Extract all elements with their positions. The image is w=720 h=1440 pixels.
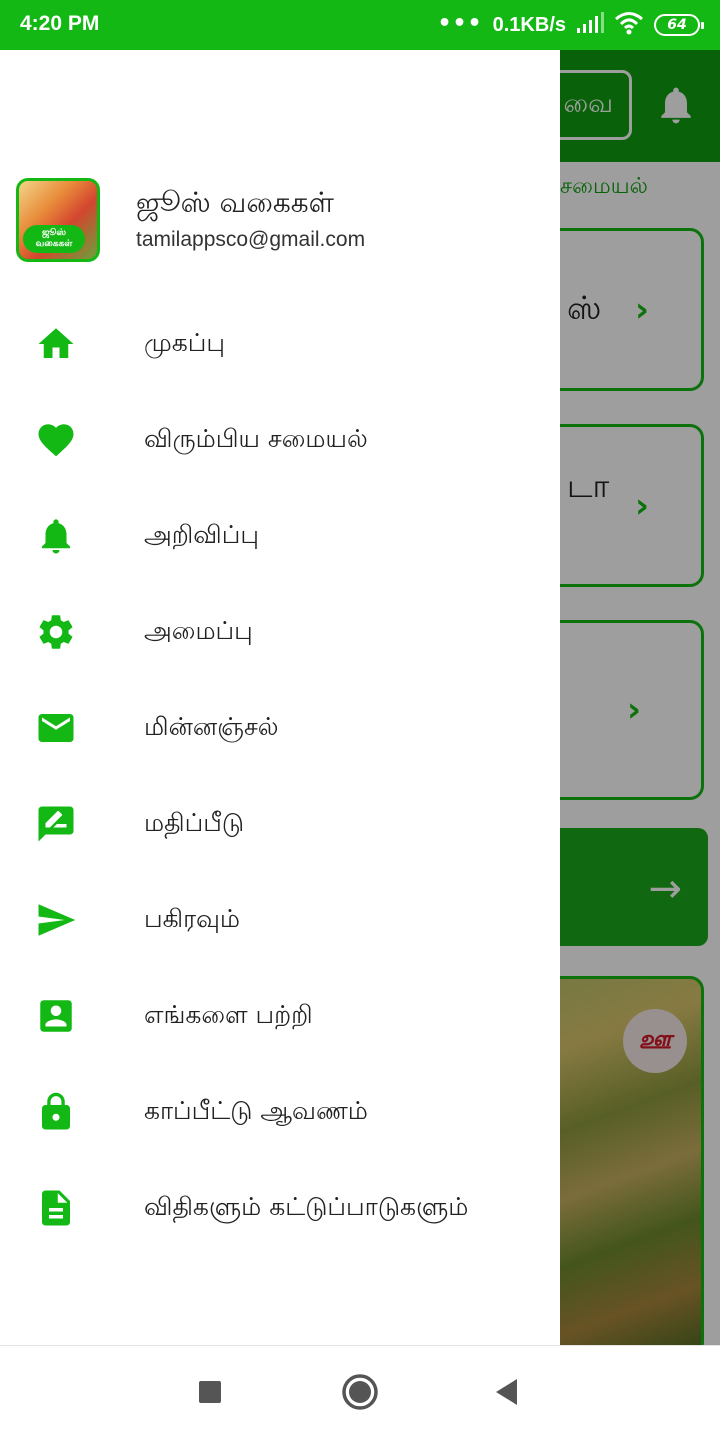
triangle-left-icon (493, 1377, 519, 1411)
menu-item-home[interactable]: முகப்பு (0, 296, 560, 392)
notification-dots: ••• (437, 10, 483, 36)
menu-item-label: அறிவிப்பு (144, 519, 259, 549)
menu-item-email[interactable]: மின்னஞ்சல் (0, 680, 560, 776)
menu-item-terms[interactable]: விதிகளும் கட்டுப்பாடுகளும் (0, 1160, 560, 1256)
recents-button[interactable] (190, 1374, 230, 1414)
menu-item-label: பகிரவும் (144, 903, 241, 933)
menu-item-notifications[interactable]: அறிவிப்பு (0, 488, 560, 584)
document-icon (34, 1186, 78, 1230)
navigation-drawer: ஜூஸ் வகைகள் ஜூஸ் வகைகள் tamilappsco@gmai… (0, 50, 560, 1345)
menu-item-label: விரும்பிய சமையல் (144, 423, 368, 453)
app-email: tamilappsco@gmail.com (136, 228, 366, 251)
battery-level: 64 (667, 17, 687, 33)
lock-icon (34, 1090, 78, 1134)
menu-item-about[interactable]: எங்களை பற்றி (0, 968, 560, 1064)
signal-icon (576, 12, 604, 38)
menu-item-label: காப்பீட்டு ஆவணம் (144, 1095, 368, 1125)
mail-icon (34, 706, 78, 750)
network-speed: 0.1KB/s (492, 13, 566, 36)
app-logo: ஜூஸ் வகைகள் (16, 178, 100, 262)
screen: 4:20 PM ••• 0.1KB/s 64 வை சமையல் ஸ் › டா… (0, 0, 720, 1440)
bell-icon (34, 514, 78, 558)
contact-card-icon (34, 994, 78, 1038)
app-name: ஜூஸ் வகைகள் (136, 186, 334, 219)
back-button[interactable] (486, 1374, 526, 1414)
menu-item-label: முகப்பு (144, 327, 225, 357)
menu-item-label: அமைப்பு (144, 615, 253, 645)
battery-icon: 64 (654, 14, 704, 36)
drawer-menu: முகப்பு விரும்பிய சமையல் அறிவிப்பு அமைப்… (0, 296, 560, 1256)
circle-icon (341, 1373, 379, 1415)
menu-item-label: விதிகளும் கட்டுப்பாடுகளும் (144, 1191, 469, 1221)
system-nav-bar (0, 1345, 720, 1440)
gear-icon (34, 610, 78, 654)
menu-item-label: மின்னஞ்சல் (144, 711, 279, 741)
menu-item-label: மதிப்பீடு (144, 807, 245, 837)
drawer-header: ஜூஸ் வகைகள் ஜூஸ் வகைகள் tamilappsco@gmai… (0, 178, 560, 268)
status-bar: 4:20 PM ••• 0.1KB/s 64 (0, 0, 720, 50)
heart-icon (34, 418, 78, 462)
home-button[interactable] (340, 1374, 380, 1414)
menu-item-settings[interactable]: அமைப்பு (0, 584, 560, 680)
send-icon (34, 898, 78, 942)
menu-item-privacy[interactable]: காப்பீட்டு ஆவணம் (0, 1064, 560, 1160)
status-right: ••• 0.1KB/s 64 (437, 10, 704, 40)
wifi-icon (614, 11, 644, 39)
home-icon (34, 322, 78, 366)
menu-item-favorites[interactable]: விரும்பிய சமையல் (0, 392, 560, 488)
app-logo-label: ஜூஸ் வகைகள் (23, 225, 85, 253)
menu-item-label: எங்களை பற்றி (144, 999, 313, 1029)
status-time: 4:20 PM (20, 12, 100, 35)
square-icon (197, 1379, 223, 1409)
menu-item-rate[interactable]: மதிப்பீடு (0, 776, 560, 872)
menu-item-share[interactable]: பகிரவும் (0, 872, 560, 968)
rate-review-icon (34, 802, 78, 846)
